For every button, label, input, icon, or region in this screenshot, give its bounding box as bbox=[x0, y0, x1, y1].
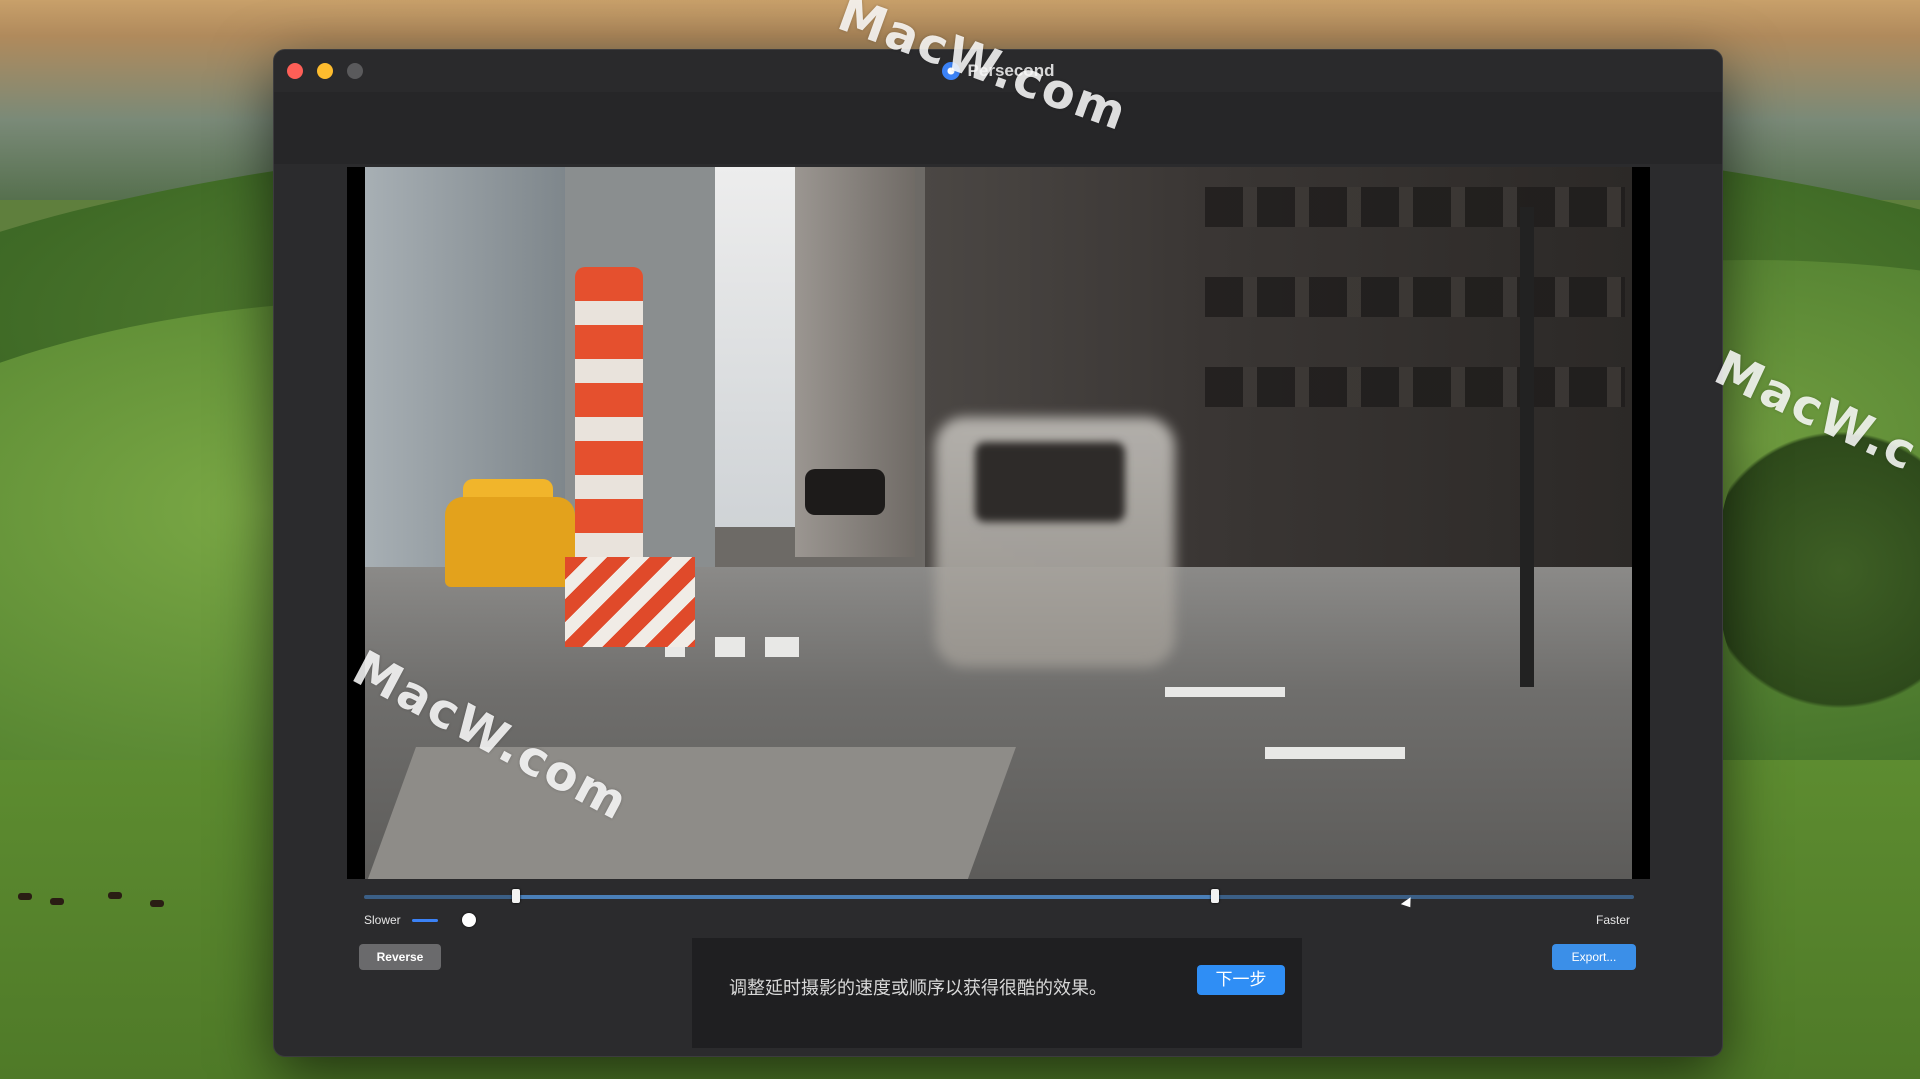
timeline-selection bbox=[516, 895, 1215, 899]
speed-slider-track[interactable] bbox=[412, 919, 438, 922]
persecond-icon bbox=[941, 62, 960, 80]
app-window: Persecond Slower Faster Reverse Export..… bbox=[273, 49, 1723, 1057]
frame-windows bbox=[1205, 367, 1625, 407]
timeline-scrubber[interactable] bbox=[364, 889, 1634, 903]
reverse-button[interactable]: Reverse bbox=[359, 944, 441, 970]
cow-icon bbox=[108, 892, 122, 899]
faster-label: Faster bbox=[1596, 913, 1631, 927]
mouse-cursor-icon bbox=[1400, 897, 1416, 911]
frame-windows bbox=[1205, 277, 1625, 317]
window-title-text: Persecond bbox=[967, 61, 1055, 80]
slower-label: Slower bbox=[364, 913, 401, 927]
title-bar[interactable]: Persecond bbox=[274, 50, 1722, 93]
crosswalk-stripe bbox=[1265, 747, 1405, 759]
frame-sidewalk bbox=[365, 747, 1016, 879]
frame-lamp-post bbox=[1520, 207, 1534, 687]
video-frame bbox=[365, 167, 1632, 879]
timeline-out-handle[interactable] bbox=[1210, 889, 1219, 903]
cow-icon bbox=[50, 898, 64, 905]
cow-icon bbox=[150, 900, 164, 907]
speed-slider-knob[interactable] bbox=[461, 913, 476, 927]
timeline-in-handle[interactable] bbox=[512, 889, 521, 903]
next-step-button[interactable]: 下一步 bbox=[1197, 965, 1285, 995]
crosswalk-stripe bbox=[715, 637, 745, 657]
crosswalk-stripe bbox=[1165, 687, 1285, 697]
window-title: Persecond bbox=[274, 61, 1722, 85]
crosswalk-stripe bbox=[765, 637, 799, 657]
frame-car bbox=[805, 469, 885, 515]
toolbar-area bbox=[274, 92, 1722, 164]
export-button[interactable]: Export... bbox=[1552, 944, 1636, 970]
caption-text: 调整延时摄影的速度或顺序以获得很酷的效果。 bbox=[729, 978, 1107, 999]
frame-van-window bbox=[975, 442, 1125, 522]
cow-icon bbox=[18, 893, 32, 900]
frame-windows bbox=[1205, 187, 1625, 227]
wallpaper-forest bbox=[1720, 420, 1920, 720]
video-preview[interactable] bbox=[347, 167, 1650, 879]
frame-taxi bbox=[445, 497, 575, 587]
frame-barricade bbox=[565, 557, 695, 647]
